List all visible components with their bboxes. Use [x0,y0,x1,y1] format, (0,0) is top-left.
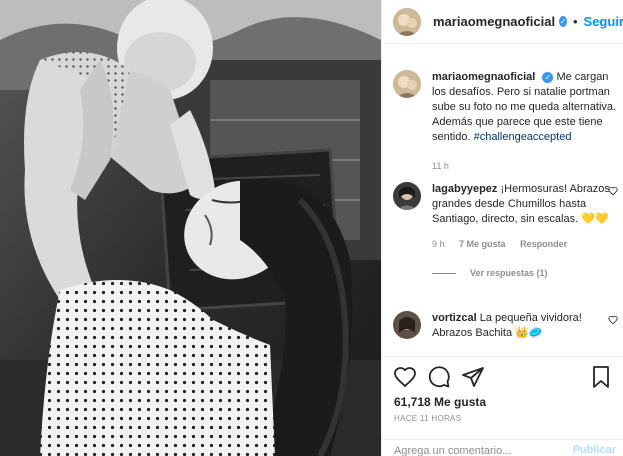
comment-input[interactable] [394,445,574,456]
comment-meta: 9 h 7 Me gusta Responder [432,237,618,252]
avatar-image [393,182,421,210]
caption-hashtag[interactable]: #challengeaccepted [474,131,572,143]
bookmark-icon[interactable] [590,365,612,389]
comment-time[interactable]: 9 h [432,239,445,249]
avatar-image [393,70,421,98]
avatar-image [393,311,421,339]
comment-body: lagabyyepez ¡Hermosuras! Abrazos grandes… [432,182,618,281]
caption-body: mariaomegnaoficial ✓ Me cargan los desaf… [432,70,618,174]
separator-dot: • [572,14,578,29]
share-icon[interactable] [461,365,485,389]
caption-text: mariaomegnaoficial ✓ Me cargan los desaf… [432,70,618,145]
caption-time[interactable]: 11 h [432,161,449,171]
comment-item: lagabyyepez ¡Hermosuras! Abrazos grandes… [393,182,618,281]
author-avatar[interactable] [393,70,421,98]
caption-username[interactable]: mariaomegnaoficial [432,71,535,83]
comments-list[interactable]: mariaomegnaoficial ✓ Me cargan los desaf… [382,45,623,355]
comment-text: vortizcal La pequeña vividora! Abrazos B… [432,311,618,341]
comment-likes[interactable]: 7 Me gusta [459,239,506,249]
add-comment-bar: Publicar [382,439,623,456]
comment-text: lagabyyepez ¡Hermosuras! Abrazos grandes… [432,182,618,227]
author-avatar[interactable] [393,7,421,36]
post-header: mariaomegnaoficial ✓ • Seguir [382,0,623,44]
follow-button[interactable]: Seguir [584,14,623,29]
heart-icon[interactable] [393,365,417,389]
post-side-panel: mariaomegnaoficial ✓ • Seguir mariaomegn… [381,0,623,456]
comment-item: vortizcal La pequeña vividora! Abrazos B… [393,311,618,341]
comment-username[interactable]: lagabyyepez [432,183,497,195]
post-actions: 61,718 Me gusta HACE 11 HORAS Publicar [382,356,623,456]
comment-like-heart-icon[interactable] [608,186,618,196]
photo-illustration [0,0,381,456]
post-photo[interactable] [0,0,381,456]
verified-badge-icon: ✓ [559,16,567,27]
view-replies-label: Ver respuestas (1) [470,268,548,278]
action-icons [393,365,495,389]
reply-button[interactable]: Responder [520,239,567,249]
likes-count[interactable]: 61,718 Me gusta [394,395,486,409]
caption-meta: 11 h [432,159,618,174]
replies-divider [432,273,456,274]
avatar-image [393,7,421,36]
comment-icon[interactable] [427,365,451,389]
publish-button[interactable]: Publicar [573,444,616,456]
view-replies-button[interactable]: Ver respuestas (1) [432,266,618,281]
comment-body: vortizcal La pequeña vividora! Abrazos B… [432,311,618,341]
verified-badge-icon: ✓ [542,72,554,83]
posted-time[interactable]: HACE 11 HORAS [394,414,461,423]
caption-item: mariaomegnaoficial ✓ Me cargan los desaf… [393,70,618,174]
author-username[interactable]: mariaomegnaoficial [433,14,555,29]
comment-like-heart-icon[interactable] [608,315,618,325]
commenter-avatar[interactable] [393,182,421,210]
commenter-avatar[interactable] [393,311,421,339]
comment-username[interactable]: vortizcal [432,312,477,324]
